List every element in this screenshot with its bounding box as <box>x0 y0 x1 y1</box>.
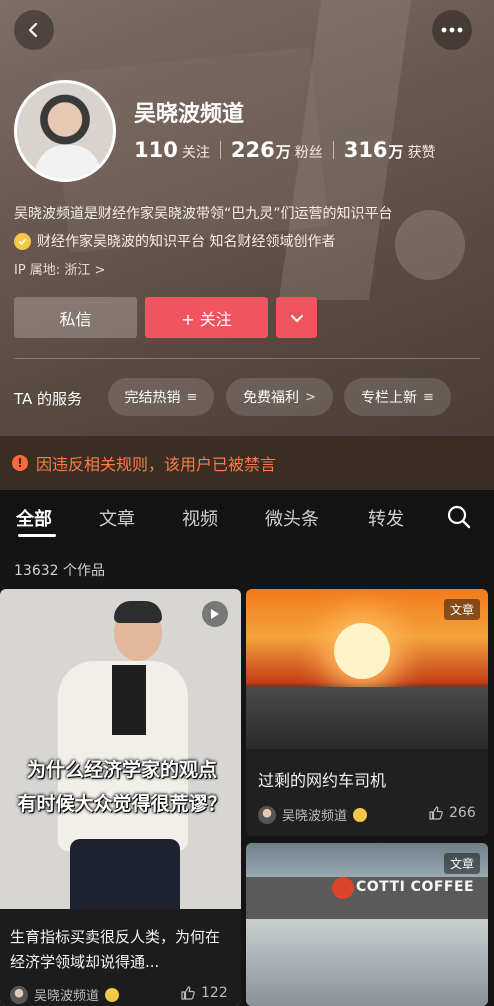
more-button[interactable] <box>432 10 472 50</box>
chevron-down-icon <box>290 314 303 322</box>
tab-micro-posts[interactable]: 微头条 <box>265 505 319 531</box>
profile-header: 吴晓波频道 110 关注 226 万 粉丝 316 万 获赞 吴晓波频道是财经作… <box>0 0 494 436</box>
profile-name: 吴晓波频道 <box>134 102 245 127</box>
works-count: 13632 个作品 <box>14 563 105 579</box>
muted-warning-banner: ! 因违反相关规则，该用户已被禁言 <box>0 436 494 490</box>
author-name: 吴晓波频道 <box>282 809 348 824</box>
like-icon <box>429 806 443 820</box>
post-card[interactable]: 文章 过剩的网约车司机 吴晓波频道 266 <box>246 589 488 836</box>
person-figure <box>114 601 162 623</box>
verified-badge-icon <box>353 807 368 822</box>
back-button[interactable] <box>14 10 54 50</box>
like-count[interactable]: 122 <box>180 985 228 1001</box>
service-chip-free-benefits[interactable]: 免费福利 > <box>226 378 333 416</box>
road-shape <box>246 687 488 749</box>
service-chip-new-columns[interactable]: 专栏上新 ≡ <box>344 378 451 416</box>
followers-count[interactable]: 226 <box>231 138 275 162</box>
overlay-line: 为什么经济学家的观点 <box>26 759 217 781</box>
overlay-line: 有时候大众觉得很荒谬？ <box>17 793 227 815</box>
sun-shape <box>334 623 390 679</box>
article-tag: 文章 <box>443 853 480 874</box>
chip-label: 免费福利 <box>243 390 300 406</box>
post-author[interactable]: 吴晓波频道 <box>258 805 368 824</box>
store-logo <box>332 877 354 899</box>
tab-all[interactable]: 全部 <box>16 505 52 531</box>
tab-videos[interactable]: 视频 <box>182 505 218 531</box>
avatar-figure <box>35 145 101 179</box>
profile-stats: 110 关注 226 万 粉丝 316 万 获赞 <box>134 138 436 162</box>
warning-text: 因违反相关规则，该用户已被禁言 <box>36 455 277 474</box>
services-title: TA 的服务 <box>14 390 83 408</box>
likes-count: 316 <box>343 138 388 162</box>
certification-text: 财经作家吴晓波的知识平台 知名财经领域创作者 <box>37 234 336 250</box>
header-background-circle <box>395 210 465 280</box>
message-button[interactable]: 私信 <box>14 297 137 338</box>
ip-location[interactable]: IP 属地: 浙江 > <box>14 259 105 278</box>
chip-label: 专栏上新 <box>361 390 418 406</box>
avatar <box>10 985 28 1004</box>
person-figure <box>112 665 146 735</box>
followers-unit: 万 <box>275 143 291 161</box>
active-tab-indicator <box>18 534 56 537</box>
post-card[interactable]: COTTI COFFEE 文章 <box>246 843 488 1006</box>
menu-icon: ≡ <box>186 389 198 405</box>
post-author[interactable]: 吴晓波频道 <box>10 985 120 1004</box>
post-title: 生育指标买卖很反人类，为何在经济学领域却说得通... <box>10 928 221 971</box>
content-tabs: 全部 文章 视频 微头条 转发 <box>0 490 494 546</box>
profile-description: 吴晓波频道是财经作家吴晓波带领“巴九灵”们运营的知识平台 <box>14 206 393 222</box>
follow-button[interactable]: + 关注 <box>145 297 268 338</box>
search-icon[interactable] <box>446 504 472 530</box>
article-tag: 文章 <box>443 599 480 620</box>
recommend-dropdown-button[interactable] <box>276 297 317 338</box>
more-icon <box>441 27 463 33</box>
video-overlay-title: 为什么经济学家的观点 有时候大众觉得很荒谬？ <box>6 753 238 821</box>
verified-badge-icon <box>105 987 120 1002</box>
tab-reposts[interactable]: 转发 <box>368 505 404 531</box>
verified-badge-icon <box>14 232 31 250</box>
tab-articles[interactable]: 文章 <box>99 505 135 531</box>
like-icon <box>181 986 195 1000</box>
followers-label: 粉丝 <box>294 145 323 161</box>
like-count[interactable]: 266 <box>428 805 476 821</box>
store-sign: COTTI COFFEE <box>356 879 475 895</box>
author-name: 吴晓波频道 <box>34 989 100 1004</box>
stat-divider <box>332 141 334 159</box>
following-count[interactable]: 110 <box>134 138 178 162</box>
profile-certification: 财经作家吴晓波的知识平台 知名财经领域创作者 <box>14 231 335 251</box>
stat-divider <box>219 141 221 159</box>
service-chip-complete-hot[interactable]: 完结热销 ≡ <box>108 378 214 416</box>
post-card[interactable]: 为什么经济学家的观点 有时候大众觉得很荒谬？ 生育指标买卖很反人类，为何在经济学… <box>0 589 241 1006</box>
like-count-value: 122 <box>201 985 228 1001</box>
following-label: 关注 <box>181 145 210 161</box>
post-title: 过剩的网约车司机 <box>258 771 387 790</box>
back-icon <box>28 22 38 38</box>
chip-label: 完结热销 <box>124 390 181 406</box>
store-window-shape <box>246 919 488 1006</box>
menu-icon: ≡ <box>423 389 434 405</box>
play-icon <box>202 601 228 627</box>
like-count-value: 266 <box>449 805 476 821</box>
likes-label: 获赞 <box>407 145 436 161</box>
divider <box>14 358 480 359</box>
warning-icon: ! <box>12 455 28 471</box>
chevron-right-icon: > <box>305 389 316 405</box>
avatar <box>258 805 276 824</box>
avatar[interactable] <box>14 80 116 182</box>
likes-unit: 万 <box>388 143 404 161</box>
